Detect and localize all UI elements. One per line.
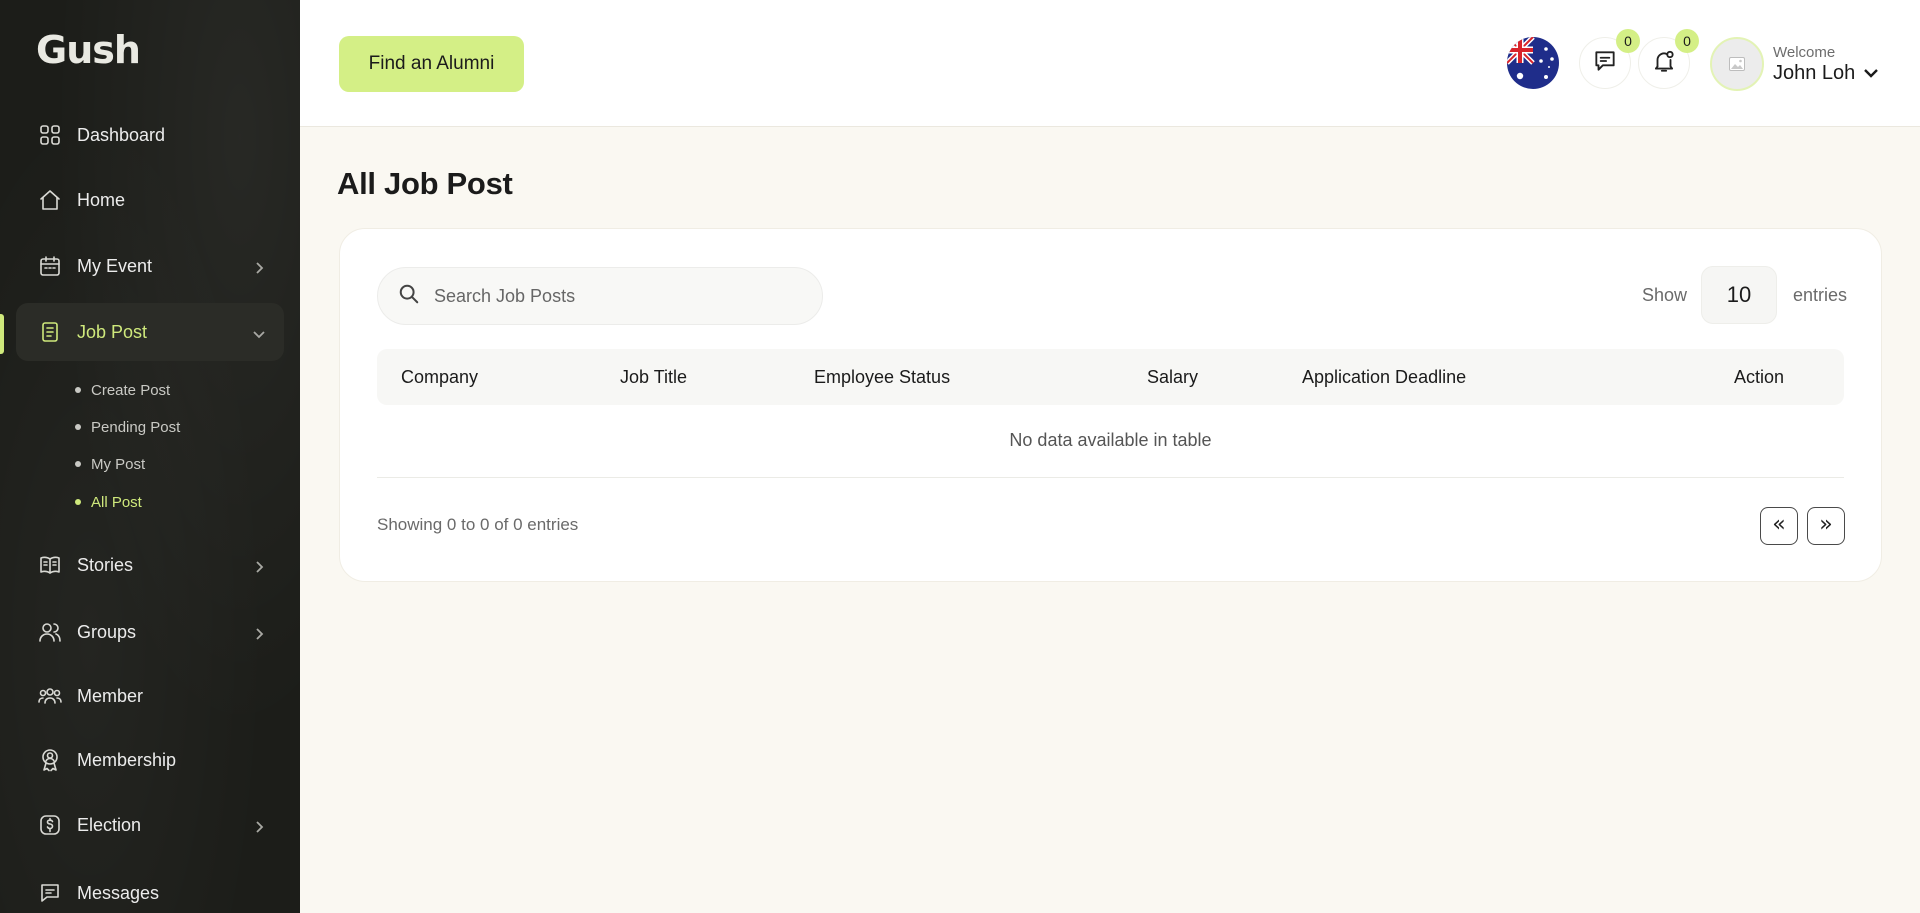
sidebar-item-label: Home — [77, 189, 126, 210]
submenu-item-label: Create Post — [91, 381, 171, 399]
sidebar-item-label: Stories — [77, 554, 134, 575]
table-header: Company Job Title Employee Status Salary… — [377, 349, 1844, 405]
search-box[interactable] — [377, 267, 823, 325]
sidebar-item-label: Job Post — [77, 321, 148, 342]
sidebar: Gush Dashboard Home My Event Job Post Cr… — [0, 0, 300, 913]
bullet-icon — [75, 424, 81, 430]
column-header-salary[interactable]: Salary — [1147, 349, 1198, 405]
page-size-select[interactable]: 10 — [1701, 266, 1777, 324]
search-input[interactable] — [434, 285, 814, 307]
table-info: Showing 0 to 0 of 0 entries — [377, 515, 579, 534]
chat-icon — [1592, 48, 1618, 79]
bullet-icon — [75, 499, 81, 505]
sidebar-item-election[interactable]: Election — [16, 796, 284, 854]
bullet-icon — [75, 387, 81, 393]
find-alumni-button[interactable]: Find an Alumni — [339, 36, 524, 92]
message-icon — [36, 879, 64, 907]
sidebar-item-job-post[interactable]: Job Post — [16, 303, 284, 361]
table-empty-message: No data available in table — [377, 405, 1844, 478]
chevron-right-icon — [252, 259, 266, 274]
welcome-text: Welcome — [1773, 44, 1836, 61]
document-icon — [36, 318, 64, 346]
sidebar-item-my-event[interactable]: My Event — [16, 237, 284, 295]
sidebar-item-groups[interactable]: Groups — [16, 603, 284, 661]
submenu-item-my-post[interactable]: My Post — [75, 452, 145, 476]
top-header: Find an Alumni 0 0 Welcome John Loh — [300, 0, 1920, 127]
sidebar-item-home[interactable]: Home — [16, 171, 284, 229]
image-placeholder-icon — [1729, 57, 1745, 71]
sidebar-item-label: Member — [77, 685, 144, 706]
user-name[interactable]: John Loh — [1773, 62, 1855, 85]
previous-page-button[interactable]: « — [1760, 507, 1798, 545]
show-label: Show — [1642, 285, 1688, 305]
search-icon — [398, 283, 420, 310]
notifications-count-badge: 0 — [1675, 29, 1699, 53]
members-icon — [36, 682, 64, 710]
column-header-company[interactable]: Company — [401, 349, 478, 405]
australia-flag-icon[interactable] — [1507, 37, 1559, 89]
sidebar-item-membership[interactable]: Membership — [16, 731, 284, 789]
dashboard-icon — [36, 121, 64, 149]
chevron-right-icon — [252, 625, 266, 640]
sidebar-item-label: My Event — [77, 255, 153, 276]
notifications-button[interactable]: 0 — [1638, 29, 1699, 89]
column-header-employee-status[interactable]: Employee Status — [814, 349, 950, 405]
column-header-job-title[interactable]: Job Title — [620, 349, 687, 405]
bell-icon — [1651, 48, 1677, 79]
messages-button[interactable]: 0 — [1579, 29, 1640, 89]
sidebar-item-dashboard[interactable]: Dashboard — [16, 106, 284, 164]
submenu-item-pending-post[interactable]: Pending Post — [75, 415, 180, 439]
submenu-item-create-post[interactable]: Create Post — [75, 378, 170, 402]
chevron-right-icon — [252, 818, 266, 833]
bullet-icon — [75, 461, 81, 467]
avatar[interactable] — [1710, 37, 1764, 91]
entries-label: entries — [1793, 285, 1848, 305]
dollar-icon — [36, 811, 64, 839]
sidebar-item-label: Election — [77, 814, 142, 835]
brand-logo[interactable]: Gush — [36, 28, 141, 72]
sidebar-item-stories[interactable]: Stories — [16, 536, 284, 594]
job-post-table-card: Show 10 entries Company Job Title Employ… — [339, 228, 1882, 582]
next-page-button[interactable]: » — [1807, 507, 1845, 545]
column-header-action[interactable]: Action — [1734, 349, 1784, 405]
submenu-item-label: Pending Post — [91, 418, 181, 436]
badge-icon — [36, 746, 64, 774]
calendar-icon — [36, 252, 64, 280]
messages-count-badge: 0 — [1616, 29, 1640, 53]
sidebar-item-member[interactable]: Member — [16, 667, 284, 725]
home-icon — [36, 186, 64, 214]
chevron-right-icon — [252, 558, 266, 573]
sidebar-item-label: Membership — [77, 749, 177, 770]
submenu-item-label: All Post — [91, 493, 142, 511]
chevron-down-icon[interactable] — [1862, 64, 1880, 82]
sidebar-item-label: Dashboard — [77, 124, 166, 145]
sidebar-item-label: Messages — [77, 882, 160, 903]
page-title: All Job Post — [337, 166, 513, 201]
book-icon — [36, 551, 64, 579]
chevron-down-icon — [252, 325, 266, 339]
column-header-application-deadline[interactable]: Application Deadline — [1302, 349, 1466, 405]
sidebar-item-label: Groups — [77, 621, 137, 642]
submenu-item-all-post[interactable]: All Post — [75, 490, 142, 514]
users-icon — [36, 618, 64, 646]
submenu-item-label: My Post — [91, 455, 146, 473]
sidebar-item-messages[interactable]: Messages — [16, 864, 284, 913]
active-indicator — [0, 314, 4, 354]
